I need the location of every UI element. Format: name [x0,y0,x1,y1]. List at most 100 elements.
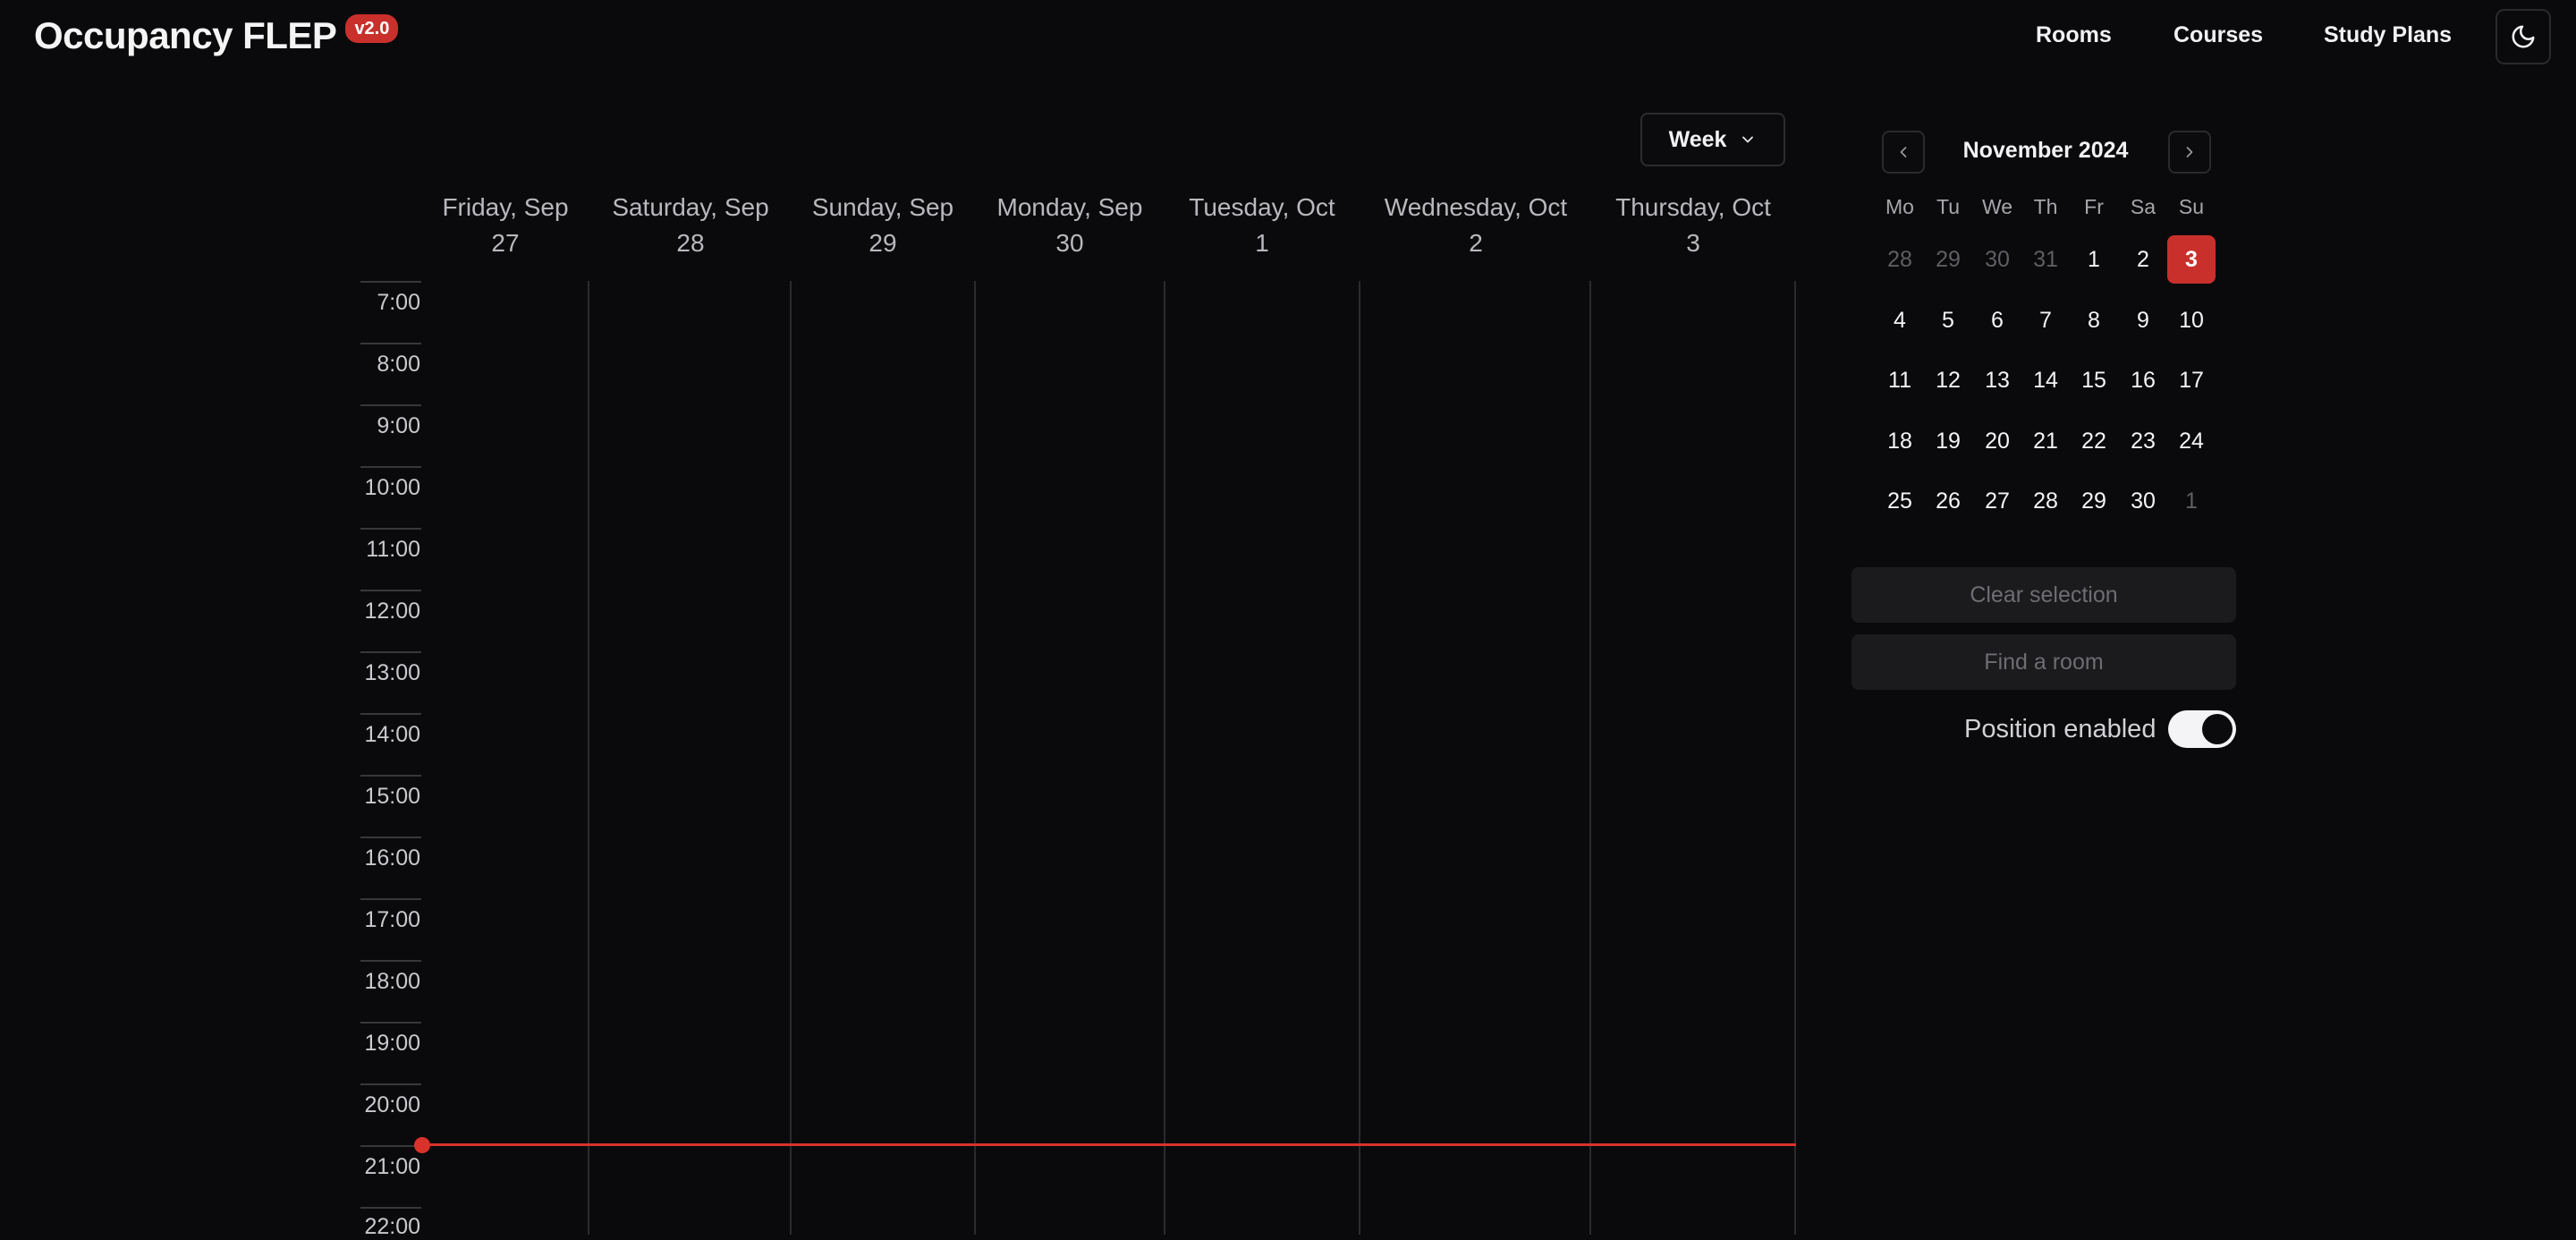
nav-rooms[interactable]: Rooms [2036,18,2112,52]
hour-tick [360,898,421,900]
current-time-line [422,1143,1796,1146]
day-header-name: Tuesday, Oct [1189,193,1335,221]
calendar-day[interactable]: 29 [1924,235,1972,284]
toggle-knob [2202,714,2233,744]
calendar-day[interactable]: 10 [2167,296,2216,344]
day-header: Sunday, Sep 29 [812,190,953,261]
calendar-day[interactable]: 19 [1924,417,1972,465]
day-header: Monday, Sep 30 [997,190,1143,261]
calendar-day[interactable]: 28 [1876,235,1924,284]
calendar-day[interactable]: 21 [2021,417,2070,465]
hour-label: 14:00 [364,722,420,747]
calendar-day[interactable]: 23 [2119,417,2167,465]
nav-study-plans[interactable]: Study Plans [2324,18,2452,52]
day-header: Saturday, Sep 28 [612,190,768,261]
day-column-divider [1164,281,1165,1235]
calendar-day[interactable]: 28 [2021,477,2070,525]
day-header-name: Thursday, Oct [1615,193,1771,221]
hour-tick [360,466,421,468]
clear-selection-button[interactable]: Clear selection [1852,567,2236,623]
hour-tick [360,590,421,591]
calendar-day[interactable]: 26 [1924,477,1972,525]
hour-label: 10:00 [364,475,420,500]
weekday-label: Tu [1936,195,1960,218]
calendar-day[interactable]: 30 [1973,235,2021,284]
hour-tick [360,713,421,715]
calendar-day-selected[interactable]: 3 [2167,235,2216,284]
hour-tick [360,343,421,344]
day-column-divider [1589,281,1591,1235]
day-header-name: Wednesday, Oct [1384,193,1568,221]
calendar-day[interactable]: 25 [1876,477,1924,525]
calendar-day[interactable]: 5 [1924,296,1972,344]
day-column-divider [1359,281,1360,1235]
day-header-date: 28 [676,229,705,257]
calendar-day[interactable]: 22 [2070,417,2118,465]
hour-tick [360,1207,421,1209]
weekday-label: Su [2178,195,2205,218]
hour-tick [360,281,421,283]
hour-tick [360,960,421,962]
day-column-divider [974,281,976,1235]
calendar-day[interactable]: 24 [2167,417,2216,465]
calendar-day[interactable]: 14 [2021,356,2070,404]
calendar-day[interactable]: 1 [2070,235,2118,284]
hour-tick [360,775,421,777]
calendar-day[interactable]: 18 [1876,417,1924,465]
hour-label: 21:00 [364,1154,420,1179]
day-header-date: 30 [1055,229,1084,257]
hour-label: 15:00 [364,784,420,809]
calendar-day[interactable]: 17 [2167,356,2216,404]
calendar-day[interactable]: 4 [1876,296,1924,344]
weekday-label: Mo [1885,195,1914,218]
hour-tick [360,1145,421,1147]
day-header-name: Monday, Sep [996,193,1143,221]
current-time-dot [414,1137,430,1153]
calendar-day[interactable]: 1 [2167,477,2216,525]
hour-label: 22:00 [364,1214,420,1239]
day-header-date: 1 [1255,229,1269,257]
calendar-day[interactable]: 2 [2119,235,2167,284]
calendar-day[interactable]: 30 [2119,477,2167,525]
calendar-day[interactable]: 20 [1973,417,2021,465]
weekday-label: Th [2033,195,2058,218]
day-header-date: 27 [491,229,520,257]
find-room-button[interactable]: Find a room [1852,634,2236,690]
hour-tick [360,837,421,838]
day-header-name: Saturday, Sep [612,193,769,221]
hour-tick [360,404,421,406]
calendar-day[interactable]: 15 [2070,356,2118,404]
weekday-label: Fr [2084,195,2104,218]
calendar-day[interactable]: 8 [2070,296,2118,344]
hour-label: 11:00 [366,537,420,562]
nav-courses[interactable]: Courses [2174,18,2263,52]
hour-label: 18:00 [364,969,420,994]
hour-tick [360,1022,421,1023]
calendar-day[interactable]: 7 [2021,296,2070,344]
theme-toggle-button[interactable] [2496,9,2551,64]
calendar-day[interactable]: 13 [1973,356,2021,404]
day-column-divider [1794,281,1796,1235]
app-title: Occupancy FLEP [34,14,337,56]
hour-label: 12:00 [364,599,420,624]
next-month-button[interactable] [2168,131,2211,174]
hour-label: 8:00 [377,352,420,377]
position-toggle[interactable] [2168,710,2236,748]
weekday-label: We [1981,195,2013,218]
calendar-day[interactable]: 9 [2119,296,2167,344]
calendar-day[interactable]: 12 [1924,356,1972,404]
hour-label: 17:00 [364,907,420,932]
calendar-day[interactable]: 16 [2119,356,2167,404]
day-header: Thursday, Oct 3 [1615,190,1771,261]
day-header-date: 29 [869,229,897,257]
calendar-day[interactable]: 27 [1973,477,2021,525]
calendar-day[interactable]: 6 [1973,296,2021,344]
moon-icon [2512,25,2535,48]
calendar-day[interactable]: 29 [2070,477,2118,525]
view-select[interactable]: Week [1640,113,1785,166]
calendar-day[interactable]: 11 [1876,356,1924,404]
calendar-day[interactable]: 31 [2021,235,2070,284]
brand[interactable]: Occupancy FLEP v2.0 [34,13,399,59]
day-header: Tuesday, Oct 1 [1189,190,1335,261]
hour-tick [360,651,421,653]
